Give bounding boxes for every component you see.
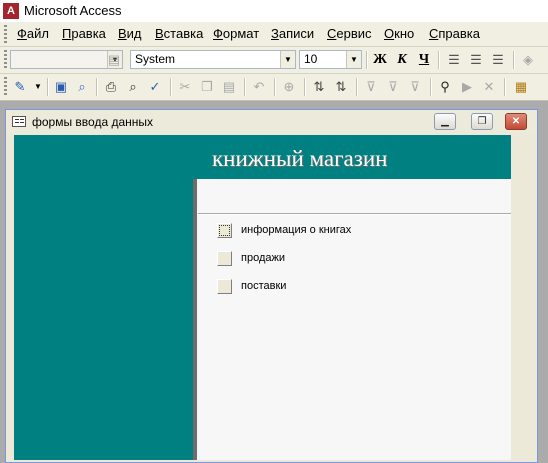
minimize-button[interactable]: ▁ [434, 113, 456, 130]
toolbar-separator [170, 78, 172, 96]
restore-button[interactable]: ❐ [471, 113, 493, 130]
sort-ascending-icon[interactable]: ⇅ [309, 77, 329, 97]
sales-button[interactable] [217, 251, 232, 266]
align-left-icon[interactable]: ☰ [444, 50, 464, 70]
panel-divider [198, 213, 511, 215]
form-window-titlebar[interactable]: формы ввода данных ▁ ❐ ✕ [6, 110, 537, 133]
form-window-title: формы ввода данных [32, 115, 154, 129]
hyperlink-icon[interactable]: ⊕ [279, 77, 299, 97]
menu-bar: Файл Правка Вид Вставка Формат Записи Се… [0, 22, 548, 47]
toolbar-separator [504, 78, 506, 96]
form-header-title: книжный магазин [212, 146, 388, 171]
app-titlebar: A Microsoft Access [0, 0, 548, 22]
toolbar-separator [438, 51, 440, 69]
save-icon[interactable]: ▣ [51, 77, 71, 97]
access-app-icon[interactable]: A [3, 3, 19, 19]
bold-button[interactable]: Ж [370, 50, 390, 70]
apply-filter-icon[interactable]: ⊽ [405, 77, 425, 97]
form-window: формы ввода данных ▁ ❐ ✕ книжный магазин… [5, 109, 538, 463]
font-size-combo[interactable]: 10 ▼ [299, 50, 362, 69]
delete-record-icon[interactable]: ✕ [479, 77, 499, 97]
toolbar-separator [96, 78, 98, 96]
chevron-down-icon[interactable]: ▼ [280, 51, 295, 68]
align-center-icon[interactable]: ☰ [466, 50, 486, 70]
filter-by-form-icon[interactable]: ⊽ [383, 77, 403, 97]
menu-records[interactable]: Записи [271, 26, 314, 41]
menu-file[interactable]: Файл [17, 26, 49, 41]
menu-format[interactable]: Формат [213, 26, 259, 41]
copy-icon[interactable]: ❐ [197, 77, 217, 97]
form-icon[interactable] [12, 116, 26, 127]
menu-tools[interactable]: Сервис [327, 26, 372, 41]
search-database-icon[interactable]: ⌕ [72, 77, 92, 97]
chevron-down-icon[interactable]: ▼ [346, 51, 361, 68]
toolbar-separator [366, 51, 368, 69]
toolbar-separator [430, 78, 432, 96]
toolbar-separator [513, 51, 515, 69]
filter-by-selection-icon[interactable]: ⊽ [361, 77, 381, 97]
fill-color-icon[interactable]: ◈ [518, 50, 538, 70]
print-preview-icon[interactable]: ⌕ [123, 77, 143, 97]
menu-help[interactable]: Справка [429, 26, 480, 41]
toolbar-grip[interactable] [4, 77, 7, 95]
sales-label: продажи [241, 252, 285, 264]
font-combo[interactable]: System ▼ [130, 50, 296, 69]
toolbar-separator [274, 78, 276, 96]
font-size-value: 10 [304, 52, 318, 66]
supplies-button[interactable] [217, 279, 232, 294]
toolbar-separator [244, 78, 246, 96]
menu-edit[interactable]: Правка [62, 26, 106, 41]
books-info-label: информация о книгах [241, 224, 352, 236]
new-record-icon[interactable]: ▶ [457, 77, 477, 97]
cut-icon[interactable]: ✂ [175, 77, 195, 97]
formatting-toolbar: ▼ ▤ System ▼ 10 ▼ Ж К Ч ☰ ☰ ☰ ◈ [0, 47, 548, 74]
paste-icon[interactable]: ▤ [219, 77, 239, 97]
menubar-grip[interactable] [4, 25, 7, 43]
underline-button[interactable]: Ч [414, 50, 434, 70]
find-icon[interactable]: ⚲ [435, 77, 455, 97]
font-combo-value: System [135, 52, 176, 66]
toolbar-separator [356, 78, 358, 96]
sort-descending-icon[interactable]: ⇅ [331, 77, 351, 97]
view-icon[interactable]: ✎ [10, 77, 30, 97]
toolbar-separator [47, 78, 49, 96]
chevron-down-icon[interactable]: ▼ [28, 77, 48, 97]
books-info-button[interactable] [217, 223, 232, 238]
app-title: Microsoft Access [24, 3, 122, 18]
paint-format-icon[interactable]: ▤ [104, 50, 124, 70]
menu-insert[interactable]: Вставка [155, 26, 203, 41]
toolbar-separator [304, 78, 306, 96]
supplies-label: поставки [241, 280, 287, 292]
properties-icon[interactable]: ▦ [511, 77, 531, 97]
teal-side-panel [14, 135, 194, 460]
spelling-icon[interactable]: ✓ [145, 77, 165, 97]
form-toolbar: ✎ ▼ ▣ ⌕ ⎙ ⌕ ✓ ✂ ❐ ▤ ↶ ⊕ ⇅ ⇅ ⊽ ⊽ ⊽ ⚲ ▶ ✕ … [0, 74, 548, 101]
align-right-icon[interactable]: ☰ [488, 50, 508, 70]
toolbar-grip[interactable] [4, 50, 7, 68]
menu-window[interactable]: Окно [384, 26, 414, 41]
panel-shadow [193, 179, 197, 460]
italic-button[interactable]: К [392, 50, 412, 70]
form-body: книжный магазин информация о книгах прод… [14, 135, 511, 460]
close-button[interactable]: ✕ [505, 113, 527, 130]
undo-icon[interactable]: ↶ [249, 77, 269, 97]
menu-view[interactable]: Вид [118, 26, 142, 41]
print-icon[interactable]: ⎙ [101, 77, 121, 97]
